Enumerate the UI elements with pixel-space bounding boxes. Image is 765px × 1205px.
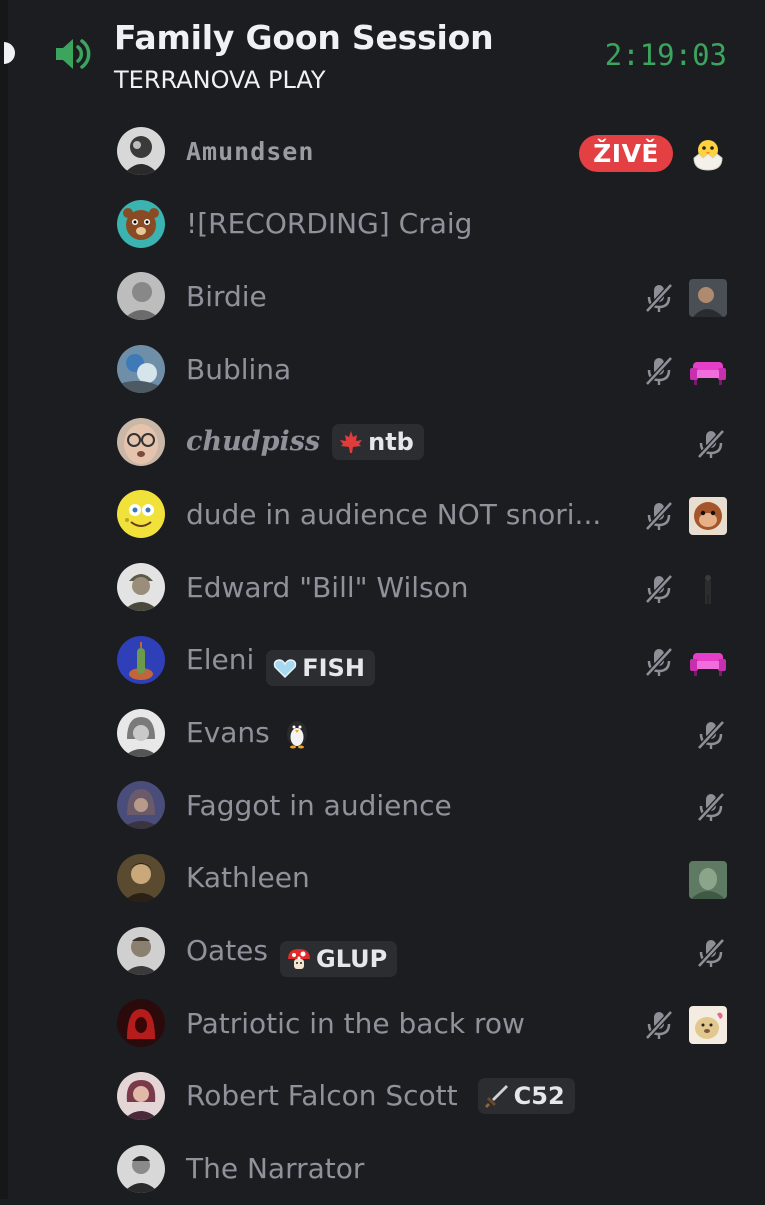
voice-member-row[interactable]: Faggot in audience (0, 769, 765, 842)
channel-activity-subtitle: TERRANOVA PLAY (114, 66, 326, 94)
avatar (117, 563, 165, 612)
voice-member-row[interactable]: ![RECORDING] Craig (0, 188, 765, 261)
maple-leaf-icon (340, 430, 363, 453)
guild-tag: FISH (266, 649, 375, 686)
mic-muted-icon (645, 501, 673, 532)
member-name: Kathleen (186, 861, 310, 895)
voice-member-row[interactable]: Oates GLUP (0, 915, 765, 988)
mic-muted-icon (697, 719, 725, 750)
avatar (117, 1071, 165, 1120)
member-name: Patriotic in the back row (186, 1006, 525, 1040)
guild-tag-label: ntb (368, 427, 414, 456)
guild-tag-label: FISH (302, 653, 365, 682)
avatar (117, 127, 165, 175)
pink-sofa-icon (690, 362, 726, 386)
avatar (117, 417, 165, 466)
mic-muted-icon (645, 283, 673, 314)
avatar (117, 926, 165, 975)
channel-name: Family Goon Session (114, 18, 494, 57)
guild-tag-label: GLUP (316, 944, 388, 973)
guild-tag: C52 (477, 1077, 575, 1114)
member-name: Amundsen (186, 136, 315, 166)
member-name: Bublina (186, 352, 292, 386)
member-name: dude in audience NOT snori... (186, 497, 602, 531)
voice-member-row[interactable]: Robert Falcon Scott C52 (0, 1060, 765, 1133)
member-name: Birdie (186, 279, 267, 313)
penguin-icon (286, 720, 307, 748)
avatar (117, 781, 165, 830)
avatar (117, 708, 165, 757)
guild-tag: GLUP (280, 940, 398, 977)
monkey-thumb-icon (689, 497, 727, 536)
photo-thumb-icon (689, 279, 727, 318)
mushroom-icon (288, 948, 310, 969)
voice-member-row[interactable]: dude in audience NOT snori... (0, 478, 765, 551)
member-name: Faggot in audience (186, 788, 452, 822)
mic-muted-icon (645, 356, 673, 386)
mic-muted-icon (645, 1010, 673, 1040)
avatar (117, 272, 165, 321)
avatar (117, 345, 165, 394)
mic-muted-icon (697, 937, 725, 968)
mic-muted-icon (697, 429, 725, 459)
avatar (117, 853, 165, 902)
member-name: The Narrator (186, 1152, 365, 1186)
voice-member-row[interactable]: Bublina (0, 333, 765, 406)
avatar (117, 199, 165, 248)
voice-channel-header[interactable]: Family Goon Session TERRANOVA PLAY 2:19:… (0, 0, 765, 110)
member-name: Evans (186, 716, 270, 749)
voice-member-list: Amundsen ŽIVĚ ![RECORDING] Craig Birdie … (0, 115, 765, 1205)
mic-muted-icon (645, 647, 673, 677)
voice-member-row[interactable]: Evans (0, 697, 765, 770)
voice-member-row[interactable]: Eleni FISH (0, 624, 765, 697)
member-name: Edward "Bill" Wilson (186, 570, 469, 604)
voice-member-row[interactable]: Kathleen (0, 842, 765, 915)
otter-thumb-icon (689, 1006, 727, 1045)
voice-member-row[interactable]: Birdie (0, 260, 765, 333)
voice-member-row[interactable]: chudpiss ntb (0, 406, 765, 479)
guild-tag-label: C52 (513, 1081, 565, 1110)
voice-member-row[interactable]: Amundsen ŽIVĚ (0, 115, 765, 188)
heart-icon (273, 659, 297, 678)
speaker-icon (56, 39, 91, 69)
member-name: Robert Falcon Scott (186, 1079, 458, 1113)
sword-icon (484, 1084, 508, 1108)
mic-muted-icon (645, 574, 673, 604)
voice-member-row[interactable]: The Narrator (0, 1133, 765, 1205)
live-badge: ŽIVĚ (579, 134, 673, 172)
pink-sofa-icon (690, 652, 726, 676)
avatar (117, 1144, 165, 1193)
voice-member-row[interactable]: Edward "Bill" Wilson (0, 551, 765, 624)
green-thumb-icon (689, 860, 727, 899)
hatching-chick-icon (693, 140, 723, 171)
member-name: Eleni (186, 643, 255, 677)
call-timer: 2:19:03 (604, 38, 727, 72)
figure-thumb-icon (689, 570, 727, 609)
member-name: chudpiss (186, 426, 321, 458)
avatar (117, 490, 165, 539)
mic-muted-icon (697, 792, 725, 822)
member-name: Oates (186, 934, 268, 968)
voice-member-row[interactable]: Patriotic in the back row (0, 987, 765, 1060)
member-name: ![RECORDING] Craig (186, 207, 473, 241)
avatar (117, 999, 165, 1048)
guild-tag: ntb (332, 423, 424, 460)
avatar (117, 635, 165, 684)
